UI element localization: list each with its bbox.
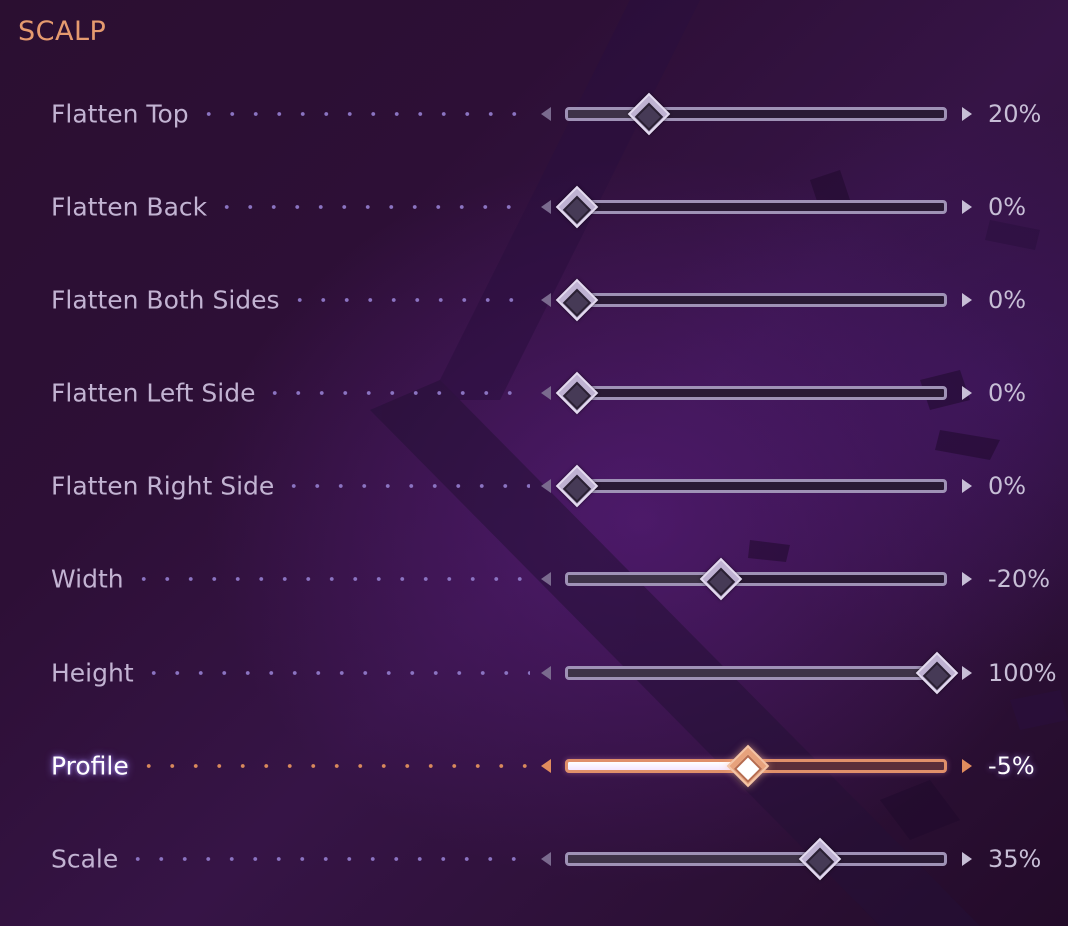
slider-row[interactable]: Flatten Right Side 0%	[0, 456, 1068, 516]
slider-value: 100%	[988, 659, 1057, 687]
slider-row[interactable]: Height 100%	[0, 643, 1068, 703]
thumb-core	[706, 567, 736, 596]
arrow-left-icon[interactable]	[541, 200, 551, 214]
diamond-thumb-icon[interactable]	[555, 278, 599, 322]
slider-row[interactable]: Flatten Back 0%	[0, 177, 1068, 237]
leader-dots	[263, 390, 530, 396]
arrow-right-icon[interactable]	[962, 107, 972, 121]
slider-track[interactable]	[565, 293, 947, 307]
leader-dots	[126, 856, 530, 862]
slider-label: Flatten Top	[51, 99, 189, 129]
slider-track[interactable]	[565, 479, 947, 493]
slider-label: Profile	[51, 751, 129, 781]
arrow-left-icon[interactable]	[541, 666, 551, 680]
leader-dots	[282, 483, 530, 489]
arrow-right-icon[interactable]	[962, 852, 972, 866]
slider-label: Flatten Left Side	[51, 378, 256, 408]
arrow-right-icon[interactable]	[962, 572, 972, 586]
leader-dots	[137, 763, 530, 769]
arrow-left-icon[interactable]	[541, 107, 551, 121]
slider-value: 0%	[988, 379, 1027, 407]
arrow-right-icon[interactable]	[962, 759, 972, 773]
slider-fill	[568, 855, 823, 863]
slider-track[interactable]	[565, 666, 947, 680]
slider-track[interactable]	[565, 386, 947, 400]
arrow-right-icon[interactable]	[962, 479, 972, 493]
diamond-thumb-icon[interactable]	[699, 557, 743, 601]
arrow-right-icon[interactable]	[962, 293, 972, 307]
arrow-right-icon[interactable]	[962, 666, 972, 680]
thumb-core	[733, 754, 763, 783]
leader-dots	[215, 204, 530, 210]
slider-label: Flatten Back	[51, 192, 208, 222]
arrow-left-icon[interactable]	[541, 759, 551, 773]
thumb-core	[634, 102, 664, 131]
slider-track[interactable]	[565, 572, 947, 586]
diamond-thumb-icon[interactable]	[726, 744, 770, 788]
slider-value: -5%	[988, 752, 1035, 780]
thumb-core	[562, 474, 592, 503]
diamond-thumb-icon[interactable]	[555, 464, 599, 508]
thumb-core	[562, 195, 592, 224]
slider-value: -20%	[988, 565, 1051, 593]
slider-row[interactable]: Flatten Left Side 0%	[0, 363, 1068, 423]
slider-track[interactable]	[565, 107, 947, 121]
slider-value: 0%	[988, 472, 1027, 500]
leader-dots	[142, 670, 530, 676]
section-title: SCALP	[18, 16, 107, 47]
arrow-left-icon[interactable]	[541, 293, 551, 307]
arrow-right-icon[interactable]	[962, 386, 972, 400]
thumb-core	[562, 381, 592, 410]
arrow-left-icon[interactable]	[541, 572, 551, 586]
arrow-left-icon[interactable]	[541, 479, 551, 493]
thumb-core	[805, 847, 835, 876]
leader-dots	[197, 111, 530, 117]
slider-label: Width	[51, 564, 124, 594]
slider-value: 0%	[988, 286, 1027, 314]
slider-value: 35%	[988, 845, 1042, 873]
slider-value: 0%	[988, 193, 1027, 221]
arrow-left-icon[interactable]	[541, 386, 551, 400]
slider-value: 20%	[988, 100, 1042, 128]
slider-row[interactable]: Flatten Top 20%	[0, 84, 1068, 144]
slider-label: Height	[51, 658, 134, 688]
diamond-thumb-icon[interactable]	[627, 92, 671, 136]
slider-track[interactable]	[565, 200, 947, 214]
thumb-core	[922, 661, 952, 690]
slider-label: Flatten Both Sides	[51, 285, 280, 315]
slider-row[interactable]: Scale 35%	[0, 829, 1068, 889]
slider-row[interactable]: Profile -5%	[0, 736, 1068, 796]
thumb-core	[562, 288, 592, 317]
slider-label: Flatten Right Side	[51, 471, 275, 501]
diamond-thumb-icon[interactable]	[555, 371, 599, 415]
slider-label: Scale	[51, 844, 119, 874]
slider-track[interactable]	[565, 852, 947, 866]
slider-row[interactable]: Width -20%	[0, 549, 1068, 609]
diamond-thumb-icon[interactable]	[915, 651, 959, 695]
slider-fill	[568, 669, 940, 677]
leader-dots	[132, 576, 530, 582]
leader-dots	[288, 297, 530, 303]
arrow-left-icon[interactable]	[541, 852, 551, 866]
slider-row[interactable]: Flatten Both Sides 0%	[0, 270, 1068, 330]
diamond-thumb-icon[interactable]	[798, 837, 842, 881]
diamond-thumb-icon[interactable]	[555, 185, 599, 229]
slider-fill	[568, 762, 751, 770]
arrow-right-icon[interactable]	[962, 200, 972, 214]
